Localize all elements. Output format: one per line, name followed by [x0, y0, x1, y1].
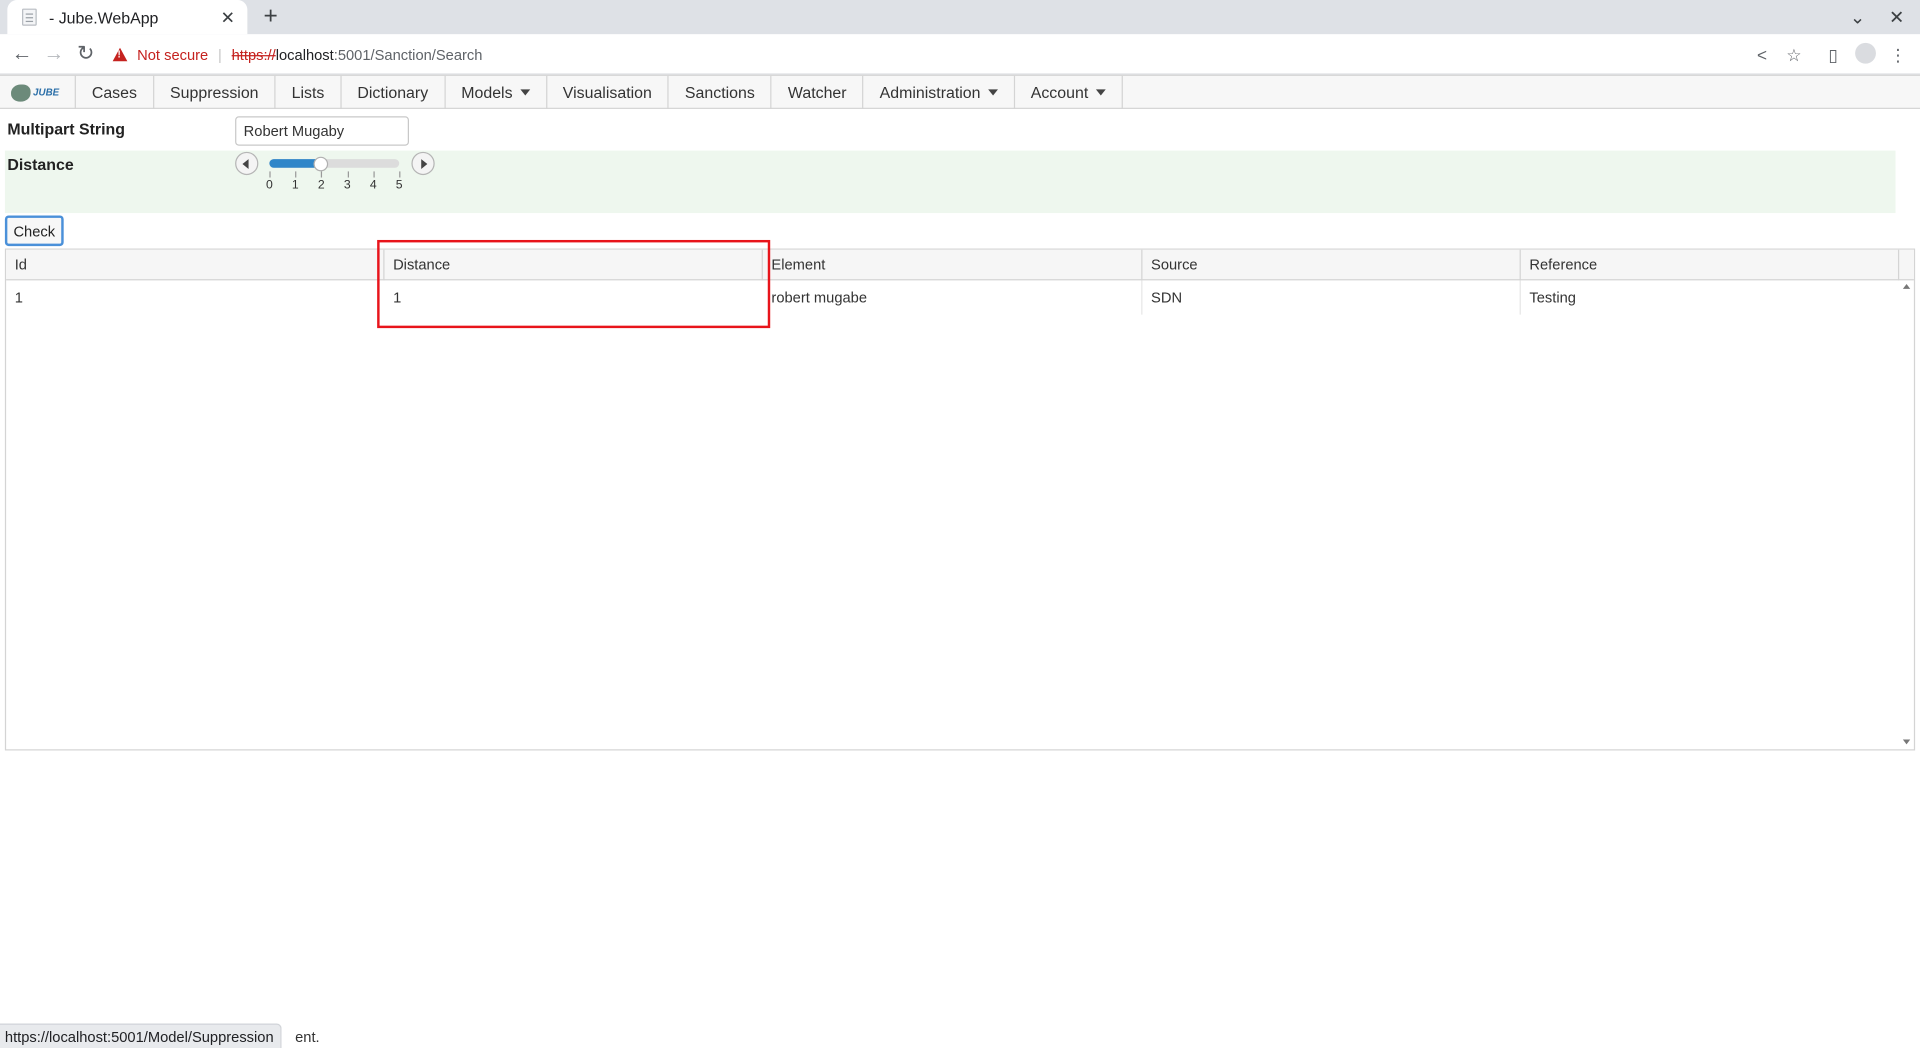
url-path: :5001/Sanction/Search: [333, 45, 483, 64]
nav-item-label: Cases: [91, 83, 137, 102]
side-panel-icon[interactable]: ▯: [1822, 44, 1844, 66]
jube-logo[interactable]: JUBE: [0, 75, 76, 109]
url-host: localhost: [275, 45, 334, 64]
status-link-url: https://localhost:5001/Model/Suppression: [0, 1023, 283, 1048]
logo-text: JUBE: [33, 86, 60, 98]
slider-decrement-button[interactable]: [235, 151, 259, 176]
back-arrow-icon[interactable]: ←: [10, 42, 34, 66]
page-icon: [22, 8, 37, 26]
column-header-element[interactable]: Element: [763, 249, 1143, 281]
grid-header: Id Distance Element Source Reference: [6, 249, 1914, 281]
browser-toolbar: ← → ↻ Not secure | https:// localhost :5…: [0, 34, 1920, 75]
app-navbar: JUBE Cases Suppression Lists Dictionary …: [0, 74, 1920, 109]
url-scheme: https://: [231, 45, 276, 64]
slider-increment-button[interactable]: [411, 151, 435, 176]
distance-slider[interactable]: [269, 159, 400, 168]
nav-account[interactable]: Account: [1015, 75, 1123, 109]
multipart-string-label: Multipart String: [7, 119, 125, 139]
forward-arrow-icon[interactable]: →: [42, 42, 66, 66]
scroll-down-arrow-icon[interactable]: [1902, 739, 1911, 745]
logo-mark-icon: [11, 83, 31, 102]
share-icon[interactable]: <: [1751, 44, 1773, 66]
slider-tick-label: 5: [395, 178, 403, 193]
scroll-up-arrow-icon[interactable]: [1902, 284, 1911, 289]
distance-label: Distance: [7, 155, 74, 174]
window-close-icon[interactable]: ✕: [1886, 6, 1908, 28]
tab-title: - Jube.WebApp: [48, 7, 159, 27]
nav-item-label: Models: [461, 83, 513, 102]
nav-item-label: Sanctions: [684, 83, 755, 102]
nav-suppression[interactable]: Suppression: [154, 75, 276, 109]
slider-tick: [269, 171, 271, 178]
cell-source: SDN: [1142, 280, 1521, 315]
slider-tick-label: 0: [265, 178, 273, 193]
address-bar[interactable]: Not secure | https:// localhost :5001/Sa…: [112, 39, 483, 70]
status-trailing-text: ent.: [295, 1028, 320, 1046]
nav-dictionary[interactable]: Dictionary: [341, 75, 446, 109]
nav-watcher[interactable]: Watcher: [772, 75, 864, 109]
slider-tick: [321, 171, 323, 178]
check-button[interactable]: Check: [4, 215, 64, 247]
new-tab-button[interactable]: +: [258, 4, 282, 28]
nav-administration[interactable]: Administration: [864, 75, 1015, 109]
address-divider: |: [217, 45, 222, 64]
slider-tick: [295, 171, 297, 178]
dropdown-caret-icon: [519, 89, 530, 96]
column-header-reference[interactable]: Reference: [1521, 249, 1900, 281]
nav-item-label: Visualisation: [562, 83, 652, 102]
nav-visualisation[interactable]: Visualisation: [547, 75, 670, 109]
browser-menu-icon[interactable]: ⋮: [1887, 44, 1909, 66]
bookmark-star-icon[interactable]: ☆: [1783, 44, 1805, 66]
nav-sanctions[interactable]: Sanctions: [669, 75, 772, 109]
nav-item-label: Dictionary: [357, 83, 429, 102]
left-arrow-icon: [242, 159, 249, 169]
slider-tick: [399, 171, 401, 178]
right-arrow-icon: [421, 159, 428, 169]
nav-item-label: Account: [1030, 83, 1089, 102]
annotation-highlight-box: [377, 239, 771, 329]
results-grid: Id Distance Element Source Reference 1 1…: [4, 248, 1916, 751]
dropdown-caret-icon: [1095, 89, 1106, 96]
reload-icon[interactable]: ↻: [73, 42, 97, 66]
slider-tick: [347, 171, 349, 178]
tab-search-icon[interactable]: ⌄: [1847, 6, 1869, 28]
warning-icon: [112, 47, 128, 62]
slider-tick-label: 3: [343, 178, 351, 193]
nav-item-label: Watcher: [787, 83, 847, 102]
tab-strip: - Jube.WebApp ✕ + ⌄ ✕: [0, 0, 1920, 35]
nav-cases[interactable]: Cases: [76, 75, 155, 109]
slider-tick-label: 2: [317, 178, 325, 193]
nav-item-label: Suppression: [170, 83, 259, 102]
slider-tick: [373, 171, 375, 178]
nav-item-label: Lists: [291, 83, 325, 102]
nav-models[interactable]: Models: [445, 75, 547, 109]
nav-lists[interactable]: Lists: [276, 75, 342, 109]
profile-avatar-icon[interactable]: [1855, 42, 1876, 64]
slider-tick-label: 4: [369, 178, 377, 193]
column-header-id[interactable]: Id: [6, 249, 385, 281]
security-status[interactable]: Not secure: [137, 46, 208, 63]
browser-window: - Jube.WebApp ✕ + ⌄ ✕ ← → ↻ Not secure |…: [0, 0, 1920, 1048]
dropdown-caret-icon: [987, 89, 998, 96]
column-header-source[interactable]: Source: [1142, 249, 1521, 281]
cell-reference: Testing: [1529, 288, 1576, 307]
cell-id: 1: [14, 288, 23, 307]
browser-tab[interactable]: - Jube.WebApp ✕: [7, 0, 248, 35]
nav-item-label: Administration: [879, 83, 981, 102]
cell-element: robert mugabe: [763, 280, 1143, 315]
multipart-string-input[interactable]: [235, 116, 409, 146]
slider-tick-label: 1: [291, 178, 299, 193]
close-tab-icon[interactable]: ✕: [218, 7, 238, 28]
